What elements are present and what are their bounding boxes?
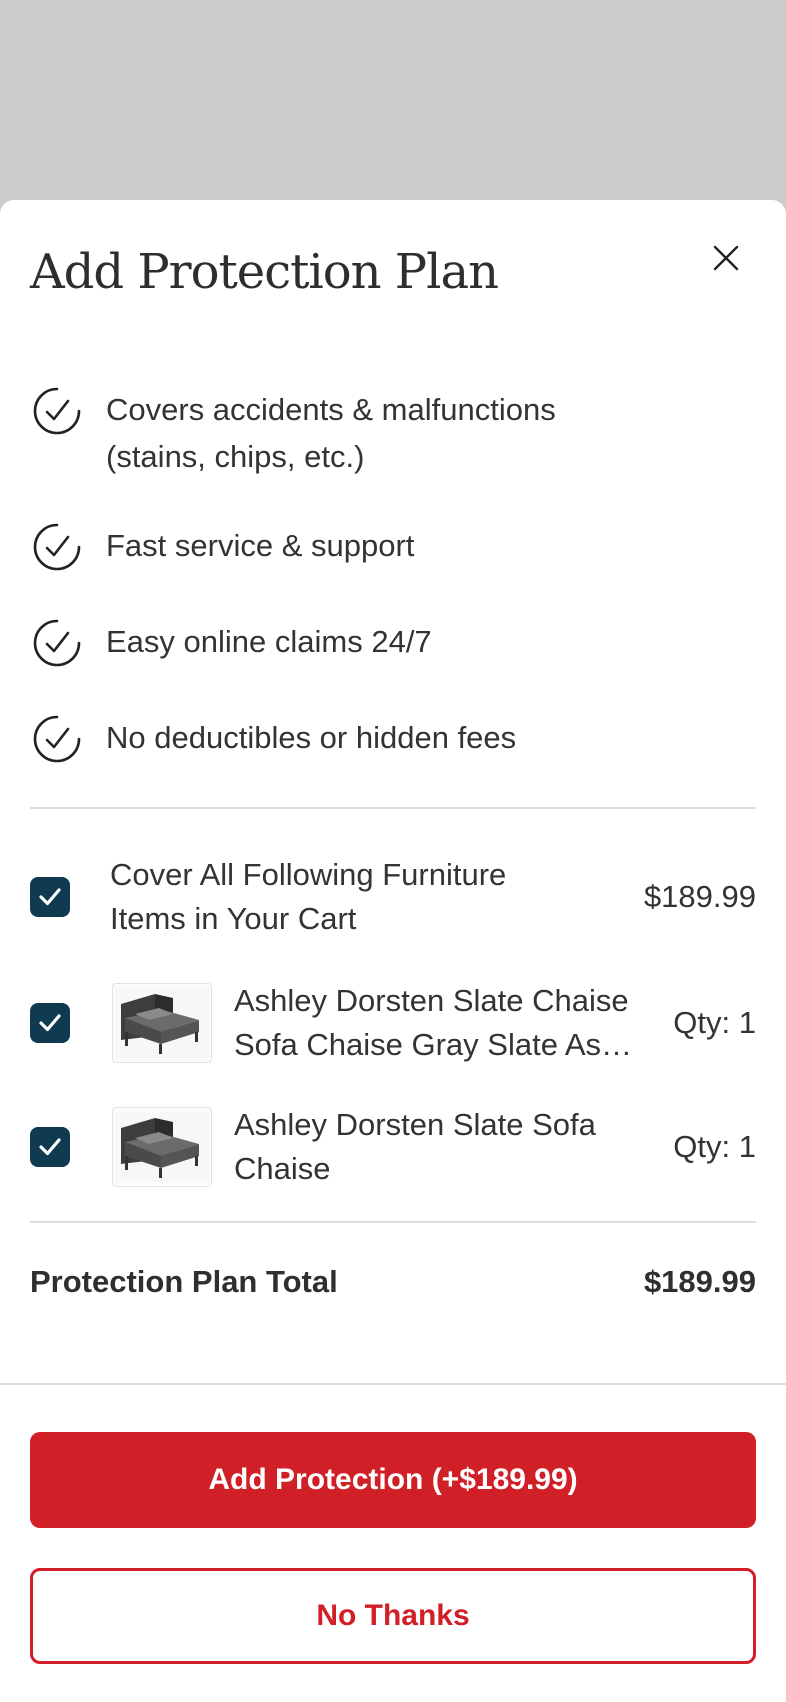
benefit-text: Fast service & support: [106, 528, 415, 563]
benefit-item: Easy online claims 24/7: [32, 618, 752, 668]
cover-all-label-line1: Cover All Following Furniture: [110, 857, 507, 892]
check-circle-icon: [33, 523, 81, 571]
benefit-text: No deductibles or hidden fees: [106, 720, 517, 755]
product-name-line1: Ashley Dorsten Slate Chaise: [234, 983, 629, 1018]
product-thumbnail: [112, 1107, 212, 1187]
bed-image: [115, 988, 209, 1058]
close-button[interactable]: [702, 234, 750, 282]
protection-plan-sheet: Add Protection Plan Covers accidents & m…: [0, 200, 786, 1702]
item-checkbox[interactable]: [30, 1127, 70, 1167]
cart-item-row: Ashley Dorsten Slate Chaise Sofa Chaise …: [30, 976, 756, 1070]
item-quantity: Qty: 1: [673, 1005, 756, 1040]
total-value: $189.99: [643, 1264, 756, 1299]
benefit-item: No deductibles or hidden fees: [32, 714, 752, 764]
cover-all-label: Cover All Following Furniture Items in Y…: [110, 853, 644, 941]
benefit-text-line1: Covers accidents & malfunctions: [106, 392, 556, 427]
section-divider: [30, 1221, 756, 1223]
cart-item-row: Ashley Dorsten Slate Sofa Chaise Qty: 1: [30, 1100, 756, 1194]
modal-title: Add Protection Plan: [30, 244, 499, 300]
no-thanks-button[interactable]: No Thanks: [30, 1568, 756, 1664]
product-name[interactable]: Ashley Dorsten Slate Chaise Sofa Chaise …: [234, 979, 634, 1067]
close-icon: [713, 245, 739, 271]
cover-all-checkbox[interactable]: [30, 877, 70, 917]
cover-all-label-line2: Items in Your Cart: [110, 901, 357, 936]
checkmark-icon: [39, 1138, 61, 1156]
product-name-line2: Chaise: [234, 1151, 331, 1186]
benefit-text: Covers accidents & malfunctions (stains,…: [106, 386, 556, 480]
total-label: Protection Plan Total: [30, 1264, 338, 1299]
benefit-text: Easy online claims 24/7: [106, 624, 432, 659]
check-circle-icon: [33, 619, 81, 667]
checkmark-icon: [39, 1014, 61, 1032]
product-name[interactable]: Ashley Dorsten Slate Sofa Chaise: [234, 1103, 634, 1191]
product-name-line1: Ashley Dorsten Slate Sofa: [234, 1107, 596, 1142]
check-circle-icon: [33, 387, 81, 435]
benefit-item: Covers accidents & malfunctions (stains,…: [32, 386, 752, 480]
add-protection-button[interactable]: Add Protection (+$189.99): [30, 1432, 756, 1528]
benefit-text-line2: (stains, chips, etc.): [106, 439, 365, 474]
benefit-item: Fast service & support: [32, 522, 752, 572]
cover-all-row: Cover All Following Furniture Items in Y…: [30, 850, 756, 944]
check-circle-icon: [33, 715, 81, 763]
checkmark-icon: [39, 888, 61, 906]
product-name-line2: Sofa Chaise Gray Slate Ashley Dorsten: [234, 1027, 634, 1062]
footer-divider: [0, 1383, 786, 1385]
total-row: Protection Plan Total $189.99: [30, 1264, 756, 1300]
item-checkbox[interactable]: [30, 1003, 70, 1043]
section-divider: [30, 807, 756, 809]
item-quantity: Qty: 1: [673, 1129, 756, 1164]
product-thumbnail: [112, 983, 212, 1063]
bed-image: [115, 1112, 209, 1182]
cover-all-price: $189.99: [643, 879, 756, 914]
